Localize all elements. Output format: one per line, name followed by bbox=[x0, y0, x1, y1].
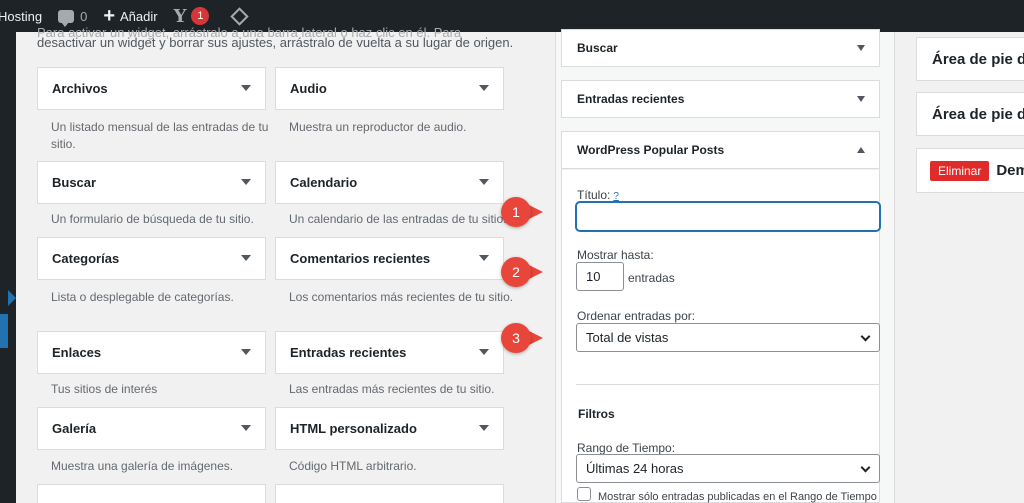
caret-down-icon bbox=[857, 96, 865, 102]
sidebar-widget-buscar[interactable]: Buscar bbox=[561, 29, 880, 67]
order-select-value: Total de vistas bbox=[586, 330, 669, 345]
divider bbox=[576, 384, 880, 385]
widget-audio[interactable]: Audio bbox=[275, 67, 504, 110]
widget-calendario[interactable]: Calendario bbox=[275, 161, 504, 204]
title-input[interactable] bbox=[576, 202, 880, 231]
widget-galeria[interactable]: Galería bbox=[37, 407, 266, 450]
widget-enlaces[interactable]: Enlaces bbox=[37, 331, 266, 374]
widget-title: Calendario bbox=[290, 175, 358, 190]
help-link[interactable]: ? bbox=[613, 191, 619, 202]
widget-description: Muestra una galería de imágenes. bbox=[51, 459, 234, 473]
sidebar-widget-title: Entradas recientes bbox=[577, 92, 685, 106]
callout-2: 2 bbox=[501, 257, 543, 287]
callout-3: 3 bbox=[501, 323, 543, 353]
widget-title: Buscar bbox=[52, 175, 97, 190]
demo-area: Eliminar Demo bbox=[916, 148, 1024, 193]
footer-area-1[interactable]: Área de pie de página 1 bbox=[916, 37, 1024, 81]
sidebar-widget-entradas-recientes[interactable]: Entradas recientes bbox=[561, 80, 880, 118]
caret-down-icon bbox=[857, 45, 865, 51]
widget-title: Entradas recientes bbox=[290, 345, 407, 360]
demo-area-title: Demo bbox=[996, 162, 1024, 179]
footer-area-2[interactable]: Área de pie de página 2 bbox=[916, 92, 1024, 136]
widget-description: Un formulario de búsqueda de tu sitio. bbox=[51, 212, 254, 226]
caret-down-icon bbox=[241, 425, 251, 431]
callout-1: 1 bbox=[501, 197, 543, 227]
widget-title: Categorías bbox=[52, 251, 120, 266]
widget-description: Los comentarios más recientes de tu siti… bbox=[289, 290, 514, 304]
callout-number: 2 bbox=[501, 257, 531, 287]
caret-down-icon bbox=[241, 85, 251, 91]
order-select[interactable]: Total de vistas bbox=[576, 323, 880, 352]
caret-up-icon bbox=[857, 147, 865, 153]
sidebar-widget-title: Buscar bbox=[577, 41, 618, 55]
widget-description: Las entradas más recientes de tu sitio. bbox=[289, 382, 495, 396]
current-menu-arrow-icon bbox=[8, 290, 16, 306]
range-label: Rango de Tiempo: bbox=[577, 441, 676, 455]
footer-area-1-title: Área de pie de página 1 bbox=[932, 50, 1024, 68]
widgets-intro: Para activar un widget, arrástralo a una… bbox=[37, 25, 517, 53]
admin-menu bbox=[0, 32, 16, 503]
widget-comentarios-recientes[interactable]: Comentarios recientes bbox=[275, 237, 504, 280]
widget-title: Galería bbox=[52, 421, 97, 436]
widget-html-personalizado[interactable]: HTML personalizado bbox=[275, 407, 504, 450]
caret-down-icon bbox=[241, 179, 251, 185]
caret-down-icon bbox=[241, 349, 251, 355]
caret-down-icon bbox=[479, 349, 489, 355]
widget-description: Muestra un reproductor de audio. bbox=[289, 120, 467, 134]
site-name-label: Hosting bbox=[0, 8, 43, 24]
footer-area-2-title: Área de pie de página 2 bbox=[932, 105, 1024, 123]
widget-title: Comentarios recientes bbox=[290, 251, 431, 266]
widget-description: Tus sitios de interés bbox=[51, 382, 158, 396]
add-new-label: Añadir bbox=[120, 8, 158, 24]
widget-description: Código HTML arbitrario. bbox=[289, 459, 417, 473]
chevron-down-icon bbox=[860, 331, 871, 342]
sidebar-widget-wpp[interactable]: WordPress Popular Posts bbox=[561, 131, 880, 169]
filters-heading: Filtros bbox=[578, 407, 615, 421]
widget-description: Un calendario de las entradas de tu siti… bbox=[289, 212, 507, 226]
delete-button[interactable]: Eliminar bbox=[930, 160, 990, 181]
title-label: Título:? bbox=[577, 188, 619, 202]
title-label-text: Título: bbox=[577, 188, 611, 202]
callout-number: 3 bbox=[501, 323, 531, 353]
caret-down-icon bbox=[479, 255, 489, 261]
caret-down-icon bbox=[241, 255, 251, 261]
widget-entradas-recientes[interactable]: Entradas recientes bbox=[275, 331, 504, 374]
widget-buscar[interactable]: Buscar bbox=[37, 161, 266, 204]
caret-down-icon bbox=[479, 425, 489, 431]
callout-number: 1 bbox=[501, 197, 531, 227]
widget-archivos[interactable]: Archivos bbox=[37, 67, 266, 110]
widget-title: Archivos bbox=[52, 81, 108, 96]
order-label: Ordenar entradas por: bbox=[577, 309, 696, 323]
current-menu-indicator bbox=[0, 314, 8, 348]
widget-title: Audio bbox=[290, 81, 327, 96]
chevron-down-icon bbox=[860, 462, 871, 473]
range-select-value: Últimas 24 horas bbox=[586, 461, 684, 476]
widget-title: HTML personalizado bbox=[290, 421, 417, 436]
limit-label: Mostrar hasta: bbox=[577, 248, 654, 262]
caret-down-icon bbox=[479, 179, 489, 185]
widget-description: Lista o desplegable de categorías. bbox=[51, 290, 234, 304]
widget-title: Enlaces bbox=[52, 345, 102, 360]
widget-description: Un listado mensual de las entradas de tu… bbox=[51, 120, 269, 151]
widget-partial[interactable] bbox=[37, 484, 266, 503]
freshness-label: Mostrar sólo entradas publicadas en el R… bbox=[598, 491, 877, 503]
widget-partial[interactable] bbox=[275, 484, 504, 503]
comment-icon bbox=[58, 9, 75, 27]
freshness-checkbox[interactable] bbox=[577, 487, 591, 501]
comments-count: 0 bbox=[80, 8, 88, 24]
limit-input[interactable]: 10 bbox=[576, 262, 624, 291]
intro-cut-line: Para activar un widget, arrástralo a una… bbox=[37, 25, 462, 40]
caret-down-icon bbox=[479, 85, 489, 91]
range-select[interactable]: Últimas 24 horas bbox=[576, 454, 880, 483]
limit-suffix: entradas bbox=[628, 271, 675, 285]
widget-categorias[interactable]: Categorías bbox=[37, 237, 266, 280]
sidebar-widget-title: WordPress Popular Posts bbox=[577, 143, 725, 157]
